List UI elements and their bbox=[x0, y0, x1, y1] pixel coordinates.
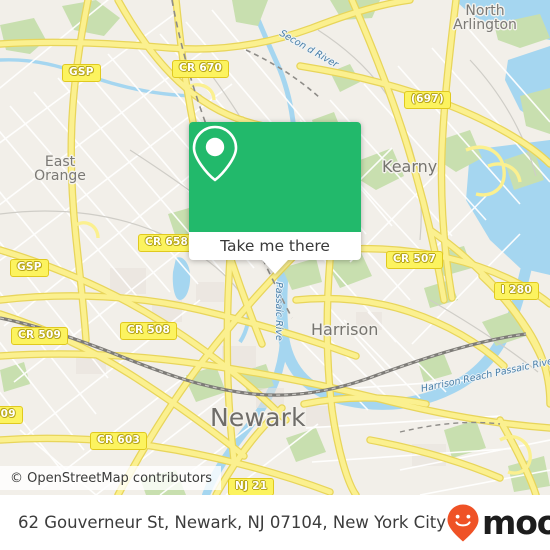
moovit-pin-icon bbox=[447, 504, 479, 541]
shield-cr-670[interactable]: CR 670 bbox=[172, 60, 230, 78]
osm-attribution[interactable]: © OpenStreetMap contributors bbox=[0, 466, 221, 490]
shield-cr-658[interactable]: CR 658 bbox=[138, 234, 196, 252]
address-title: 62 Gouverneur St, Newark, NJ 07104, New … bbox=[18, 513, 447, 532]
shield-gsp-north[interactable]: GSP bbox=[62, 64, 101, 82]
take-me-there-label: Take me there bbox=[220, 237, 330, 255]
osm-attribution-text: © OpenStreetMap contributors bbox=[10, 470, 212, 486]
shield-697[interactable]: (697) bbox=[404, 91, 452, 109]
footer-bar: 62 Gouverneur St, Newark, NJ 07104, New … bbox=[0, 495, 550, 550]
map-screenshot: North Arlington East Orange Kearny Harri… bbox=[0, 0, 550, 550]
shield-cr-508[interactable]: CR 508 bbox=[120, 322, 178, 340]
callout-icon-panel bbox=[189, 122, 361, 232]
shield-cr-603[interactable]: CR 603 bbox=[90, 432, 148, 450]
moovit-brand[interactable]: moovit bbox=[446, 503, 550, 543]
shield-cr-509[interactable]: CR 509 bbox=[11, 327, 69, 345]
shield-cr-507[interactable]: CR 507 bbox=[386, 251, 444, 269]
callout-pointer-tail bbox=[262, 260, 288, 274]
map-canvas[interactable]: North Arlington East Orange Kearny Harri… bbox=[0, 0, 550, 495]
moovit-wordmark: moovit bbox=[482, 503, 550, 542]
shield-i-280[interactable]: I 280 bbox=[494, 282, 539, 300]
shield-509-partial[interactable]: 509 bbox=[0, 406, 23, 424]
callout-action-bar[interactable]: Take me there bbox=[189, 232, 361, 260]
map-pin-icon bbox=[192, 125, 238, 182]
take-me-there-callout[interactable]: Take me there bbox=[189, 122, 361, 274]
shield-gsp-south[interactable]: GSP bbox=[10, 259, 49, 277]
shield-nj-21[interactable]: NJ 21 bbox=[228, 478, 275, 495]
